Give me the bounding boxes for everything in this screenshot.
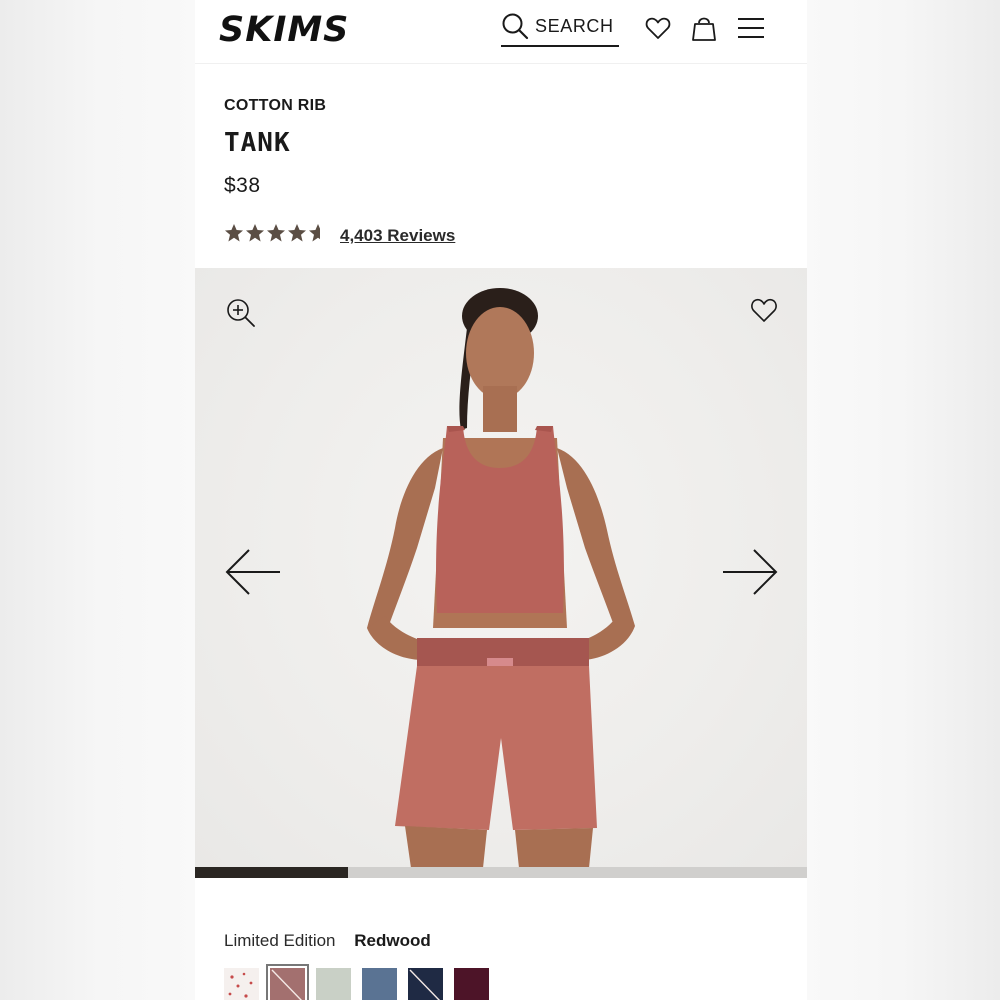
color-label-row: Limited Edition Redwood <box>224 931 431 951</box>
skims-logo[interactable]: SKIMS <box>219 10 359 51</box>
gallery-progress-fill <box>195 867 348 878</box>
selected-color-name: Redwood <box>354 931 431 950</box>
product-photo <box>367 288 635 868</box>
star-rating <box>224 223 328 243</box>
product-subtitle: COTTON RIB <box>224 97 327 114</box>
star-icon <box>267 224 285 242</box>
product-price: $38 <box>224 174 261 197</box>
product-title: TANK <box>224 128 291 158</box>
product-page: SKIMS SEARCH COTTON RIB TANK $38 4,403 R… <box>195 0 807 1000</box>
color-swatch-burgundy[interactable] <box>454 968 489 1000</box>
search-button[interactable]: SEARCH <box>501 12 619 47</box>
gallery-progress-bar <box>195 867 807 878</box>
product-image-gallery[interactable] <box>195 268 807 868</box>
search-label: SEARCH <box>535 16 614 36</box>
star-icon <box>288 224 306 242</box>
wishlist-heart-icon[interactable] <box>644 14 672 47</box>
menu-icon[interactable] <box>737 16 765 45</box>
next-image-arrow-icon[interactable] <box>721 548 779 601</box>
zoom-in-icon[interactable] <box>226 298 256 333</box>
color-swatch-print[interactable] <box>224 968 259 1000</box>
color-swatch-navy[interactable] <box>408 968 443 1000</box>
svg-text:SKIMS: SKIMS <box>219 12 349 46</box>
color-swatch-slate-blue[interactable] <box>362 968 397 1000</box>
edition-label: Limited Edition <box>224 931 336 950</box>
shopping-bag-icon[interactable] <box>690 14 718 47</box>
color-swatch-sage[interactable] <box>316 968 351 1000</box>
site-header: SKIMS SEARCH <box>195 0 807 64</box>
color-swatches <box>224 964 489 1000</box>
half-star-icon <box>309 224 320 242</box>
color-swatch-redwood[interactable] <box>266 964 309 1000</box>
star-icon <box>225 224 243 242</box>
star-icon <box>246 224 264 242</box>
favorite-heart-icon[interactable] <box>749 296 779 329</box>
search-icon <box>501 12 529 45</box>
reviews-link[interactable]: 4,403 Reviews <box>340 226 455 246</box>
previous-image-arrow-icon[interactable] <box>224 548 282 601</box>
